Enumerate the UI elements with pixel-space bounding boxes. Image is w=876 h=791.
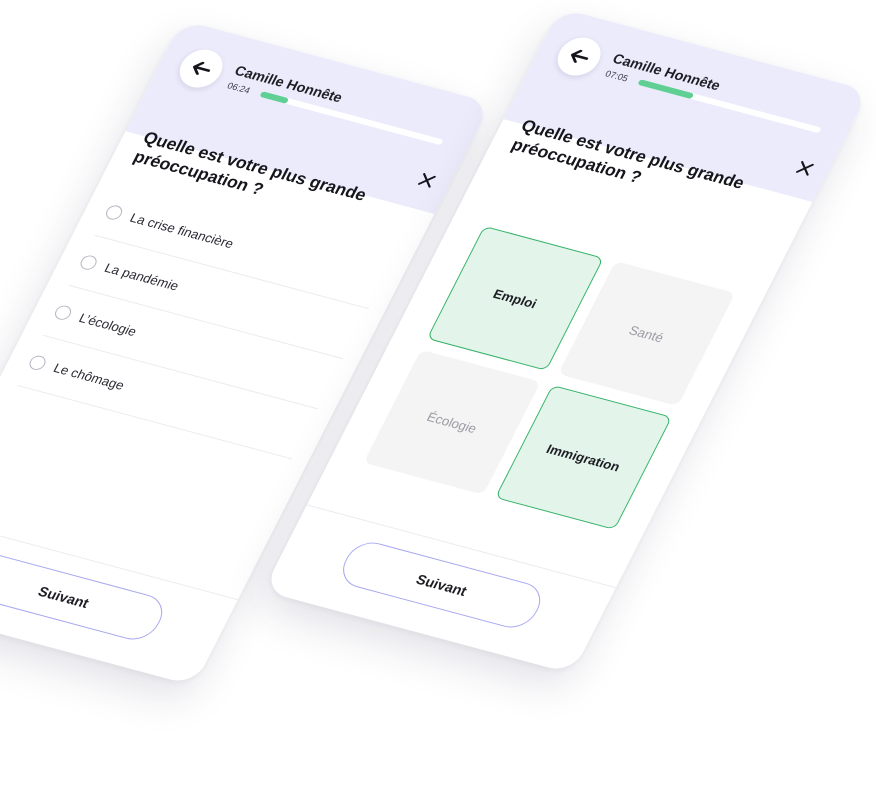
radio-button[interactable] <box>52 303 75 322</box>
close-icon <box>795 160 814 176</box>
option-label: Le chômage <box>51 360 128 393</box>
progress-fill <box>259 91 290 104</box>
close-button[interactable] <box>411 167 442 193</box>
next-button[interactable]: Suivant <box>334 537 549 633</box>
radio-button[interactable] <box>103 203 126 221</box>
progress-bar <box>637 79 822 134</box>
option-label: La pandémie <box>102 259 182 293</box>
option-label: L’écologie <box>76 309 140 339</box>
option-label: La crise financière <box>127 209 237 251</box>
answer-options: La crise financière La pandémie L’écolog… <box>17 185 394 460</box>
arrow-left-icon <box>192 61 211 76</box>
close-icon <box>417 172 436 188</box>
radio-button[interactable] <box>27 353 49 372</box>
answer-tile-grid: Emploi Santé Écologie Immigration <box>345 225 736 567</box>
back-button[interactable] <box>172 45 230 93</box>
progress-bar <box>259 91 444 146</box>
radio-button[interactable] <box>78 253 100 271</box>
next-button[interactable]: Suivant <box>0 549 171 645</box>
close-button[interactable] <box>789 155 820 181</box>
timer: 06:24 <box>225 80 252 96</box>
timer: 07:05 <box>603 68 630 84</box>
back-button[interactable] <box>550 33 608 81</box>
arrow-left-icon <box>570 49 589 64</box>
